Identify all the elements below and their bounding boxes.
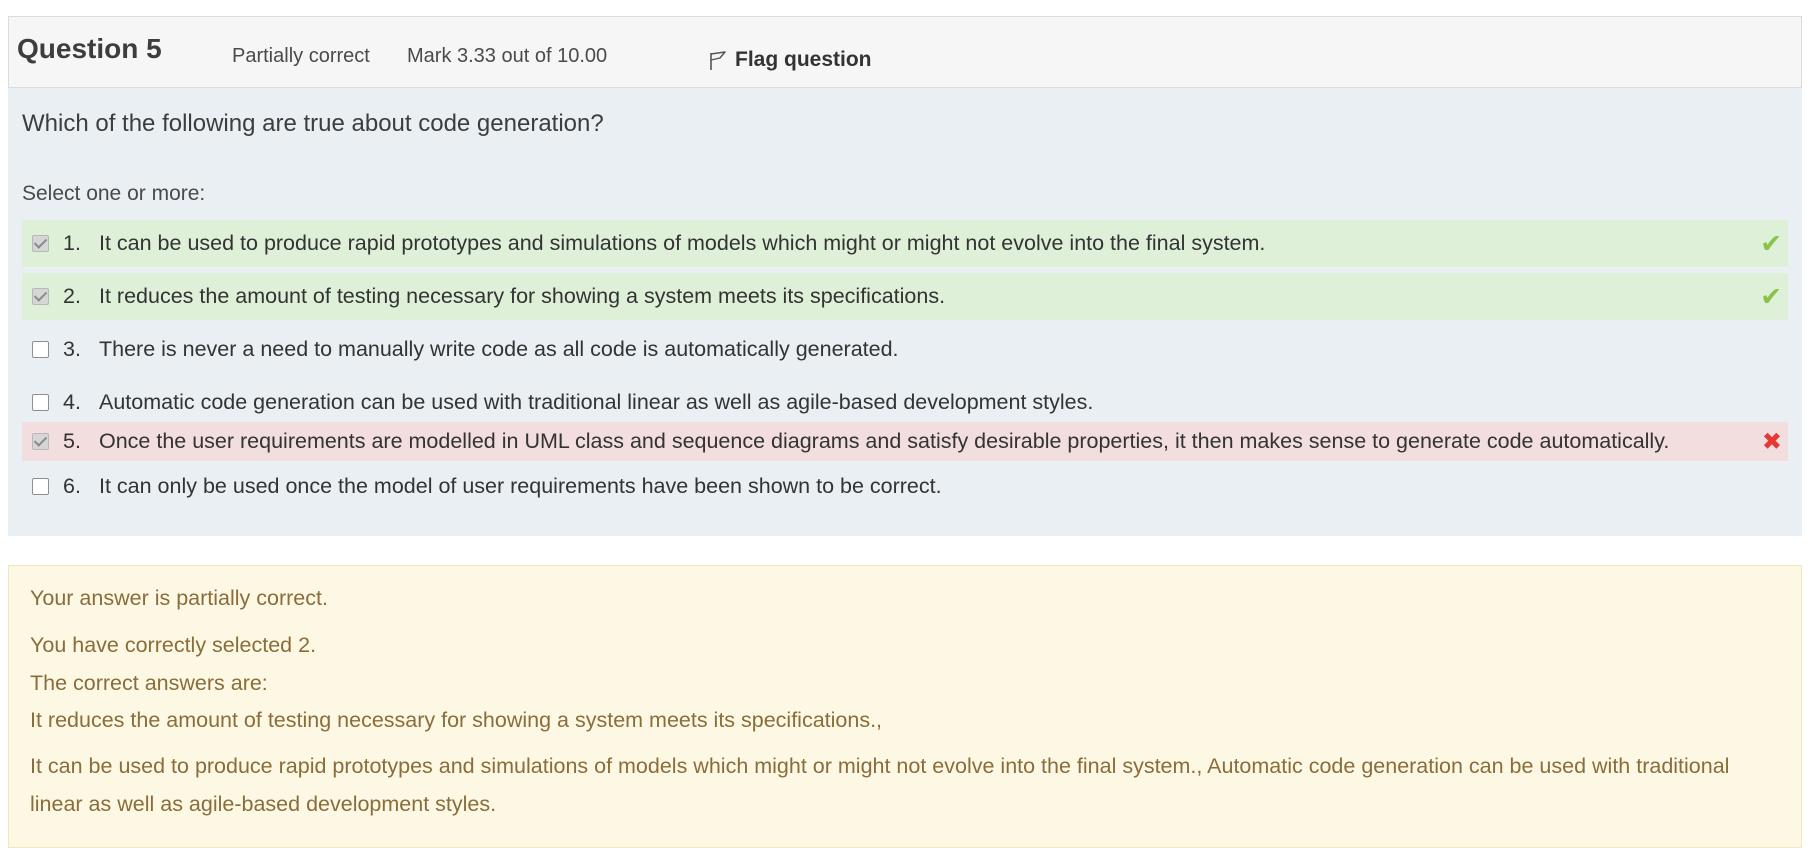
feedback-selected-count: You have correctly selected 2. <box>30 633 317 657</box>
answer-text: There is never a need to manually write … <box>99 337 899 361</box>
question-info-bar: Question 5 Partially correct Mark 3.33 o… <box>8 16 1802 88</box>
answer-checkbox-6[interactable] <box>32 478 49 495</box>
answer-option-3[interactable]: 3. There is never a need to manually wri… <box>22 326 1788 373</box>
feedback-panel: Your answer is partially correct. You ha… <box>8 565 1802 848</box>
answer-checkbox-1[interactable] <box>32 235 49 252</box>
answer-text: Automatic code generation can be used wi… <box>99 390 1094 414</box>
answer-checkbox-3[interactable] <box>32 341 49 358</box>
feedback-correct-answers-list: It can be used to produce rapid prototyp… <box>30 754 1730 816</box>
answer-text: Once the user requirements are modelled … <box>99 429 1670 453</box>
answer-checkbox-4[interactable] <box>32 394 49 411</box>
answer-number: 3. <box>63 337 81 361</box>
question-mark: Mark 3.33 out of 10.00 <box>407 45 608 67</box>
flag-icon <box>709 43 727 77</box>
answer-checkbox-5[interactable] <box>32 433 49 450</box>
check-icon: ✔ <box>1760 228 1782 258</box>
answer-option-4[interactable]: 4. Automatic code generation can be used… <box>22 379 1788 426</box>
flag-question-button[interactable]: Flag question <box>709 43 872 77</box>
flag-question-label: Flag question <box>735 48 872 71</box>
answer-number: 5. <box>63 429 81 453</box>
answer-prompt: Select one or more: <box>22 182 206 205</box>
question-state: Partially correct <box>232 45 370 67</box>
answer-text: It can be used to produce rapid prototyp… <box>99 231 1266 255</box>
answer-number: 1. <box>63 231 81 255</box>
answer-text: It reduces the amount of testing necessa… <box>99 284 946 308</box>
question-title: Question 5 <box>17 33 162 64</box>
answer-checkbox-2[interactable] <box>32 288 49 305</box>
answer-option-5[interactable]: 5. Once the user requirements are modell… <box>22 422 1788 461</box>
answer-option-6[interactable]: 6. It can only be used once the model of… <box>22 466 1788 507</box>
answer-text: It can only be used once the model of us… <box>99 474 942 498</box>
answer-option-1[interactable]: 1. It can be used to produce rapid proto… <box>22 220 1788 267</box>
feedback-correct-heading: The correct answers are: <box>30 671 268 695</box>
answer-number: 4. <box>63 390 81 414</box>
feedback-summary: Your answer is partially correct. <box>30 586 328 610</box>
answer-option-2[interactable]: 2. It reduces the amount of testing nece… <box>22 273 1788 320</box>
answer-number: 2. <box>63 284 81 308</box>
question-text: Which of the following are true about co… <box>22 110 604 137</box>
question-formulation: Which of the following are true about co… <box>8 88 1802 536</box>
feedback-correct-answer: It reduces the amount of testing necessa… <box>30 708 883 732</box>
answer-number: 6. <box>63 474 81 498</box>
check-icon: ✔ <box>1760 281 1782 311</box>
cross-icon: ✖ <box>1761 428 1782 455</box>
